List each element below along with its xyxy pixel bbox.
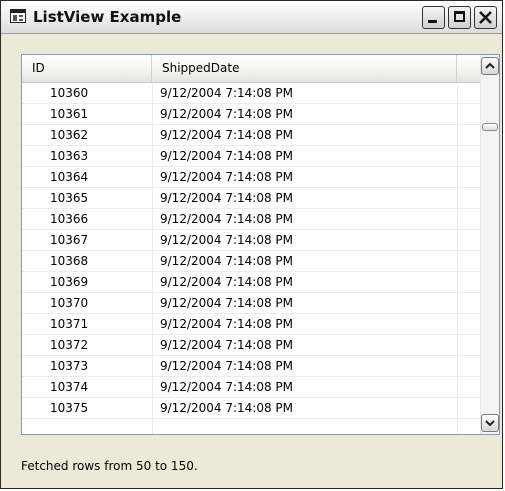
list-rows: 10360 9/12/2004 7:14:08 PM 10361 9/12/2004 … — [22, 83, 481, 419]
list-row[interactable]: 10370 9/12/2004 7:14:08 PM — [22, 293, 481, 314]
list-row[interactable]: 10364 9/12/2004 7:14:08 PM — [22, 167, 481, 188]
list-row[interactable]: 10375 9/12/2004 7:14:08 PM — [22, 398, 481, 419]
maximize-icon — [454, 11, 465, 22]
list-row[interactable]: 10368 9/12/2004 7:14:08 PM — [22, 251, 481, 272]
cell-id: 10369 — [50, 275, 89, 289]
cell-id: 10373 — [50, 359, 89, 373]
close-button[interactable] — [474, 6, 497, 29]
cell-id: 10370 — [50, 296, 89, 310]
list-row[interactable]: 10367 9/12/2004 7:14:08 PM — [22, 230, 481, 251]
list-header: ID ShippedDate — [22, 55, 481, 83]
minimize-button[interactable] — [422, 6, 445, 29]
status-label: Fetched rows from 50 to 150. — [21, 459, 198, 473]
list-row[interactable]: 10361 9/12/2004 7:14:08 PM — [22, 104, 481, 125]
cell-shippeddate: 9/12/2004 7:14:08 PM — [160, 275, 294, 289]
title-bar[interactable]: ListView Example — [1, 1, 502, 34]
scroll-down-button[interactable] — [481, 414, 499, 432]
cell-id: 10375 — [50, 401, 89, 415]
cell-id: 10362 — [50, 128, 89, 142]
listview-app-icon[interactable] — [10, 9, 26, 23]
scroll-up-button[interactable] — [481, 57, 499, 75]
cell-shippeddate: 9/12/2004 7:14:08 PM — [160, 380, 294, 394]
cell-id: 10368 — [50, 254, 89, 268]
list-row[interactable]: 10374 9/12/2004 7:14:08 PM — [22, 377, 481, 398]
cell-shippeddate: 9/12/2004 7:14:08 PM — [160, 254, 294, 268]
cell-shippeddate: 9/12/2004 7:14:08 PM — [160, 107, 294, 121]
cell-id: 10364 — [50, 170, 89, 184]
cell-id: 10360 — [50, 86, 89, 100]
cell-shippeddate: 9/12/2004 7:14:08 PM — [160, 128, 294, 142]
cell-shippeddate: 9/12/2004 7:14:08 PM — [160, 191, 294, 205]
list-view[interactable]: ID ShippedDate 10360 9/12/2004 7:14:08 PM… — [21, 54, 500, 435]
cell-id: 10372 — [50, 338, 89, 352]
minimize-icon — [428, 20, 437, 23]
cell-shippeddate: 9/12/2004 7:14:08 PM — [160, 296, 294, 310]
list-row[interactable]: 10369 9/12/2004 7:14:08 PM — [22, 272, 481, 293]
list-row[interactable]: 10362 9/12/2004 7:14:08 PM — [22, 125, 481, 146]
chevron-up-icon — [485, 62, 495, 69]
maximize-button[interactable] — [448, 6, 471, 29]
list-row[interactable]: 10372 9/12/2004 7:14:08 PM — [22, 335, 481, 356]
window-title: ListView Example — [33, 8, 182, 26]
list-row[interactable]: 10373 9/12/2004 7:14:08 PM — [22, 356, 481, 377]
cell-shippeddate: 9/12/2004 7:14:08 PM — [160, 359, 294, 373]
cell-id: 10367 — [50, 233, 89, 247]
column-header-shippeddate[interactable]: ShippedDate — [152, 55, 457, 82]
list-row[interactable]: 10371 9/12/2004 7:14:08 PM — [22, 314, 481, 335]
main-window: ListView Example ID ShippedDate 10360 9/1… — [0, 0, 503, 489]
cell-id: 10363 — [50, 149, 89, 163]
cell-id: 10365 — [50, 191, 89, 205]
cell-shippeddate: 9/12/2004 7:14:08 PM — [160, 338, 294, 352]
column-header-id[interactable]: ID — [22, 55, 152, 82]
close-icon — [479, 11, 492, 24]
cell-shippeddate: 9/12/2004 7:14:08 PM — [160, 86, 294, 100]
cell-shippeddate: 9/12/2004 7:14:08 PM — [160, 212, 294, 226]
vertical-scrollbar[interactable] — [480, 55, 499, 434]
cell-id: 10371 — [50, 317, 89, 331]
list-row[interactable]: 10365 9/12/2004 7:14:08 PM — [22, 188, 481, 209]
chevron-down-icon — [485, 420, 495, 427]
list-row[interactable]: 10363 9/12/2004 7:14:08 PM — [22, 146, 481, 167]
cell-shippeddate: 9/12/2004 7:14:08 PM — [160, 149, 294, 163]
cell-shippeddate: 9/12/2004 7:14:08 PM — [160, 317, 294, 331]
list-row[interactable]: 10366 9/12/2004 7:14:08 PM — [22, 209, 481, 230]
cell-id: 10374 — [50, 380, 89, 394]
cell-shippeddate: 9/12/2004 7:14:08 PM — [160, 170, 294, 184]
cell-id: 10366 — [50, 212, 89, 226]
cell-shippeddate: 9/12/2004 7:14:08 PM — [160, 401, 294, 415]
cell-shippeddate: 9/12/2004 7:14:08 PM — [160, 233, 294, 247]
cell-id: 10361 — [50, 107, 89, 121]
scrollbar-thumb[interactable] — [482, 123, 498, 131]
list-row[interactable]: 10360 9/12/2004 7:14:08 PM — [22, 83, 481, 104]
